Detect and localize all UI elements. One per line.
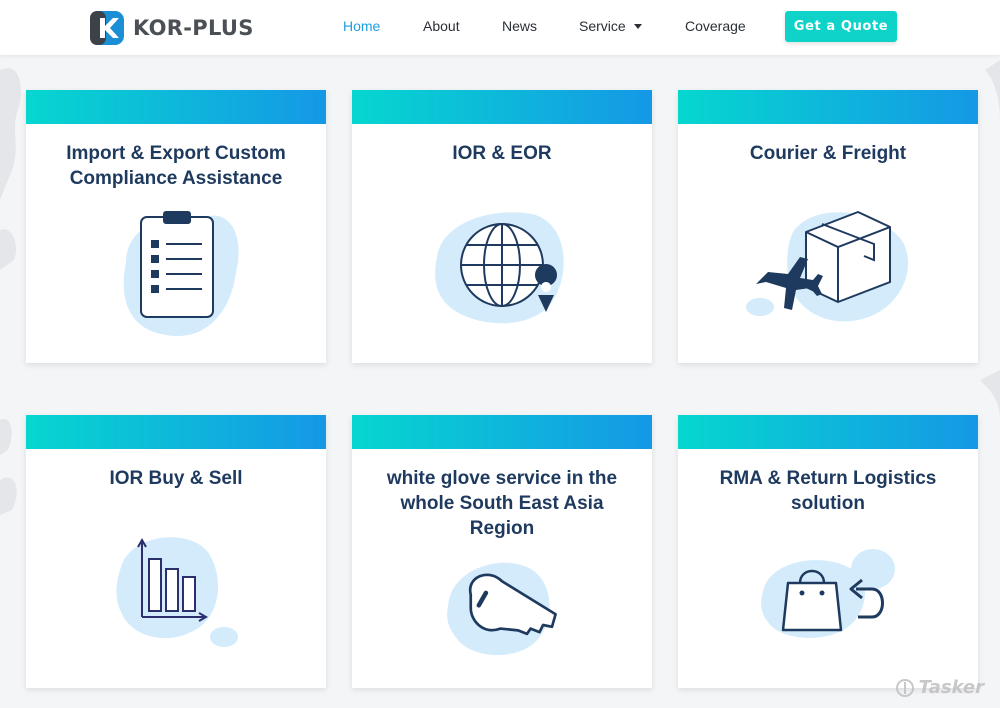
service-title: Courier & Freight bbox=[749, 143, 907, 164]
nav-about[interactable]: About bbox=[423, 18, 460, 34]
service-title: IOR & EOR bbox=[452, 143, 552, 164]
nav-news[interactable]: News bbox=[502, 18, 537, 34]
service-title: white glove service in the whole South E… bbox=[386, 468, 618, 539]
service-title: RMA & Return Logistics solution bbox=[719, 468, 937, 514]
card-header-bar bbox=[26, 415, 326, 449]
site-header: KOR-PLUS Home About News Service Coverag… bbox=[0, 0, 1000, 55]
key-icon bbox=[447, 562, 557, 656]
card-header-bar bbox=[352, 415, 652, 449]
tasker-watermark: Tasker bbox=[895, 677, 984, 698]
nav-service[interactable]: Service bbox=[579, 18, 642, 34]
card-header-bar bbox=[678, 415, 978, 449]
bar-chart-icon bbox=[116, 537, 238, 647]
nav-coverage[interactable]: Coverage bbox=[685, 18, 746, 34]
chevron-down-icon bbox=[633, 24, 642, 29]
card-header-bar bbox=[352, 90, 652, 124]
plane-box-icon bbox=[746, 211, 908, 322]
service-card-ior-eor[interactable]: IOR & EOR bbox=[352, 90, 652, 363]
service-card-ior-buy-sell[interactable]: IOR Buy & Sell bbox=[26, 415, 326, 688]
watermark-text: Tasker bbox=[918, 677, 984, 698]
tasker-logo-icon bbox=[895, 678, 914, 697]
clipboard-icon bbox=[123, 211, 239, 337]
bag-return-icon bbox=[761, 549, 895, 638]
service-card-compliance[interactable]: Import & Export Custom Compliance Assist… bbox=[26, 90, 326, 363]
card-header-bar bbox=[678, 90, 978, 124]
nav-service-label: Service bbox=[579, 18, 626, 34]
get-a-quote-button[interactable]: Get a Quote bbox=[785, 11, 897, 42]
service-card-white-glove[interactable]: white glove service in the whole South E… bbox=[352, 415, 652, 688]
nav-home[interactable]: Home bbox=[343, 18, 380, 34]
service-card-rma-return[interactable]: RMA & Return Logistics solution bbox=[678, 415, 978, 688]
brand-logo[interactable]: KOR-PLUS bbox=[89, 10, 254, 46]
card-header-bar bbox=[26, 90, 326, 124]
service-title: Import & Export Custom Compliance Assist… bbox=[66, 143, 286, 189]
service-card-courier-freight[interactable]: Courier & Freight bbox=[678, 90, 978, 363]
brand-name: KOR-PLUS bbox=[133, 16, 254, 40]
service-title: IOR Buy & Sell bbox=[109, 468, 243, 489]
kor-plus-logo-icon bbox=[90, 11, 124, 45]
globe-pin-icon bbox=[435, 212, 564, 324]
